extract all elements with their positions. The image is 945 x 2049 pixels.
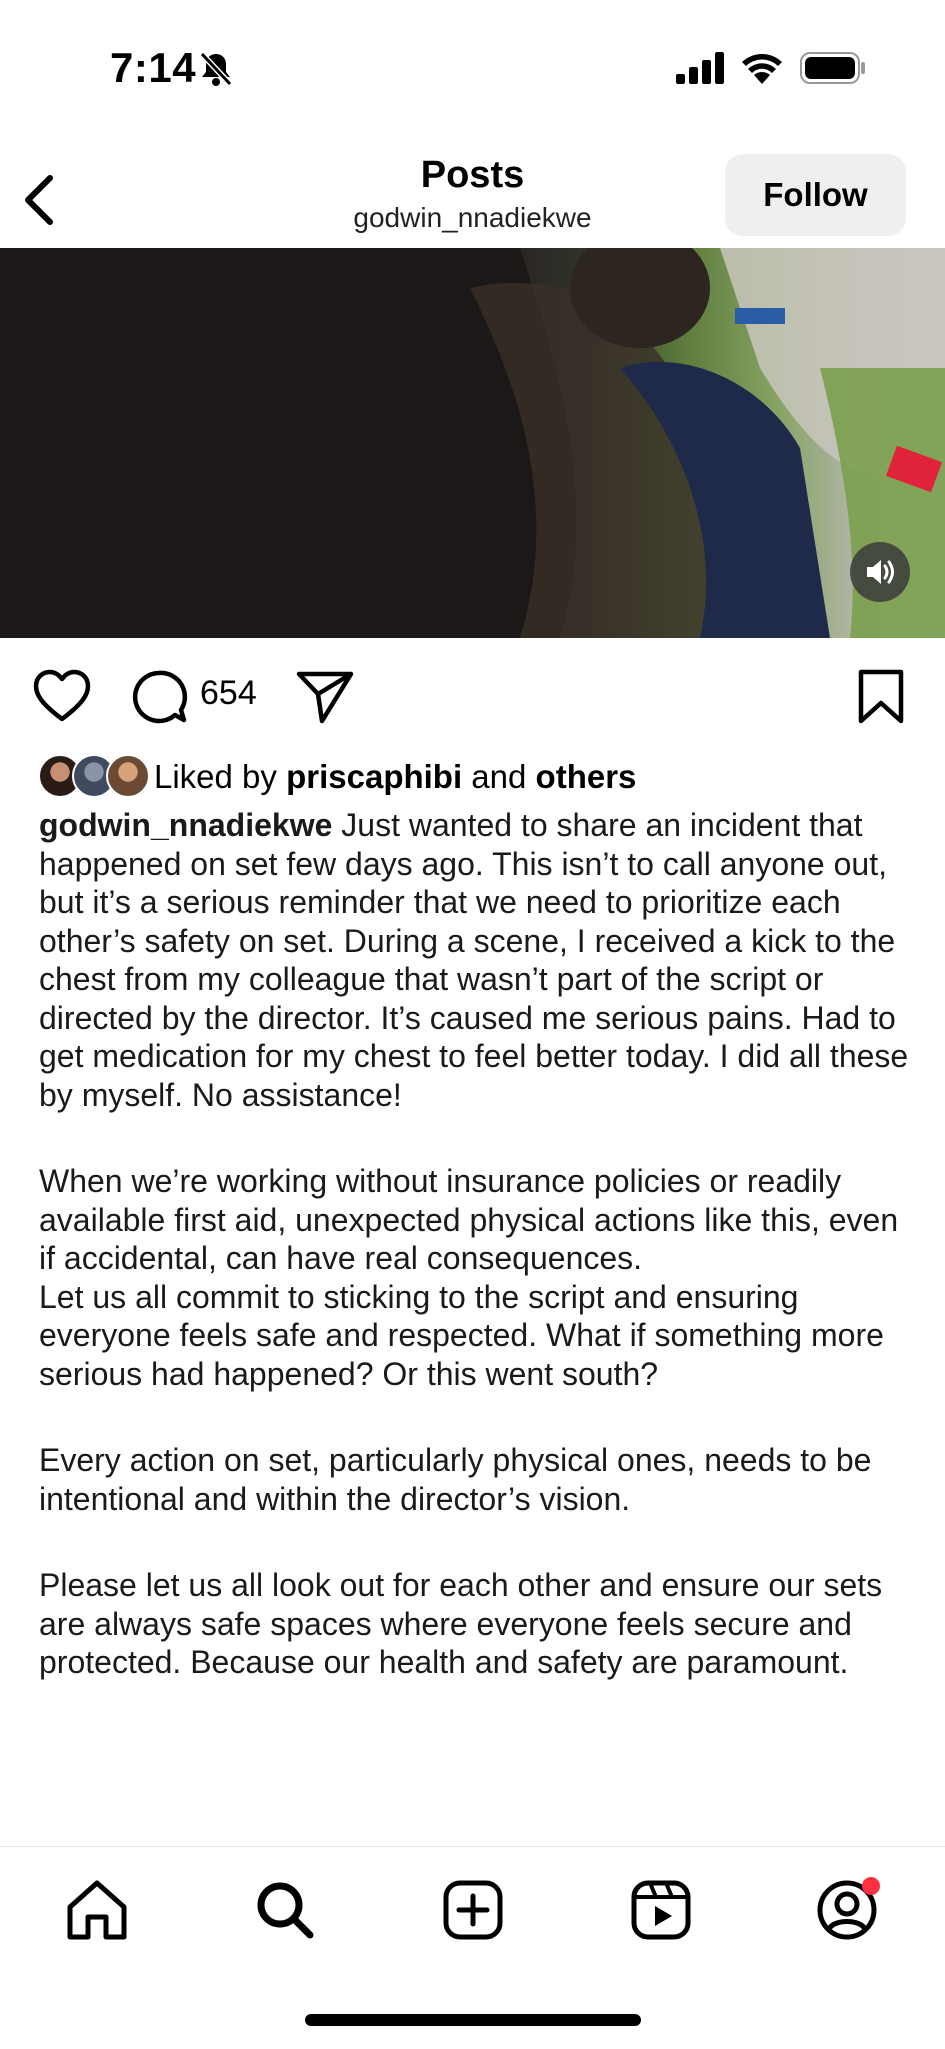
likes-row[interactable]: Liked by priscaphibi and others: [38, 752, 918, 802]
speaker-icon: [867, 560, 894, 584]
caption-author[interactable]: godwin_nnadiekwe: [39, 807, 332, 843]
status-time: 7:14: [110, 44, 197, 91]
posts-header: Posts godwin_nnadiekwe Follow: [0, 140, 945, 248]
post-video[interactable]: [0, 248, 945, 638]
caption-paragraph: godwin_nnadiekwe Just wanted to share an…: [39, 806, 919, 1114]
liked-by-text: Liked by priscaphibi and others: [154, 758, 636, 796]
battery-icon: [800, 52, 865, 84]
reels-icon[interactable]: [626, 1875, 696, 1945]
audio-toggle[interactable]: [850, 542, 910, 602]
liker-avatars: [38, 754, 150, 798]
search-icon[interactable]: [250, 1875, 320, 1945]
cellular-signal-icon: [676, 52, 724, 84]
caption-paragraph: Let us all commit to sticking to the scr…: [39, 1278, 884, 1392]
bell-slash-icon: [199, 51, 233, 87]
avatar: [106, 754, 150, 798]
caption-paragraph: Please let us all look out for each othe…: [39, 1567, 883, 1680]
bookmark-icon[interactable]: [856, 668, 906, 726]
notification-dot: [862, 1877, 880, 1895]
create-post-icon[interactable]: [438, 1875, 508, 1945]
liked-by-and: and: [462, 758, 536, 795]
caption-paragraph: When we’re working without insurance pol…: [39, 1163, 899, 1276]
post-caption: godwin_nnadiekwe Just wanted to share an…: [39, 806, 919, 1682]
follow-button[interactable]: Follow: [725, 154, 906, 236]
post-actions: 654: [0, 660, 945, 732]
home-indicator: [305, 2014, 641, 2026]
home-icon[interactable]: [62, 1875, 132, 1945]
video-frame: [0, 248, 945, 638]
comment-count: 654: [200, 674, 257, 712]
status-bar: 7:14: [0, 0, 945, 140]
caption-paragraph: Every action on set, particularly physic…: [39, 1442, 872, 1517]
liked-by-user[interactable]: priscaphibi: [286, 758, 462, 795]
caption-text: Just wanted to share an incident that ha…: [39, 807, 909, 1113]
liked-by-others[interactable]: others: [536, 758, 637, 795]
heart-icon[interactable]: [32, 668, 92, 724]
wifi-icon: [742, 54, 782, 84]
liked-by-prefix: Liked by: [154, 758, 287, 795]
share-icon[interactable]: [296, 670, 354, 724]
profile-icon[interactable]: [812, 1875, 882, 1945]
comment-icon[interactable]: [130, 668, 188, 726]
